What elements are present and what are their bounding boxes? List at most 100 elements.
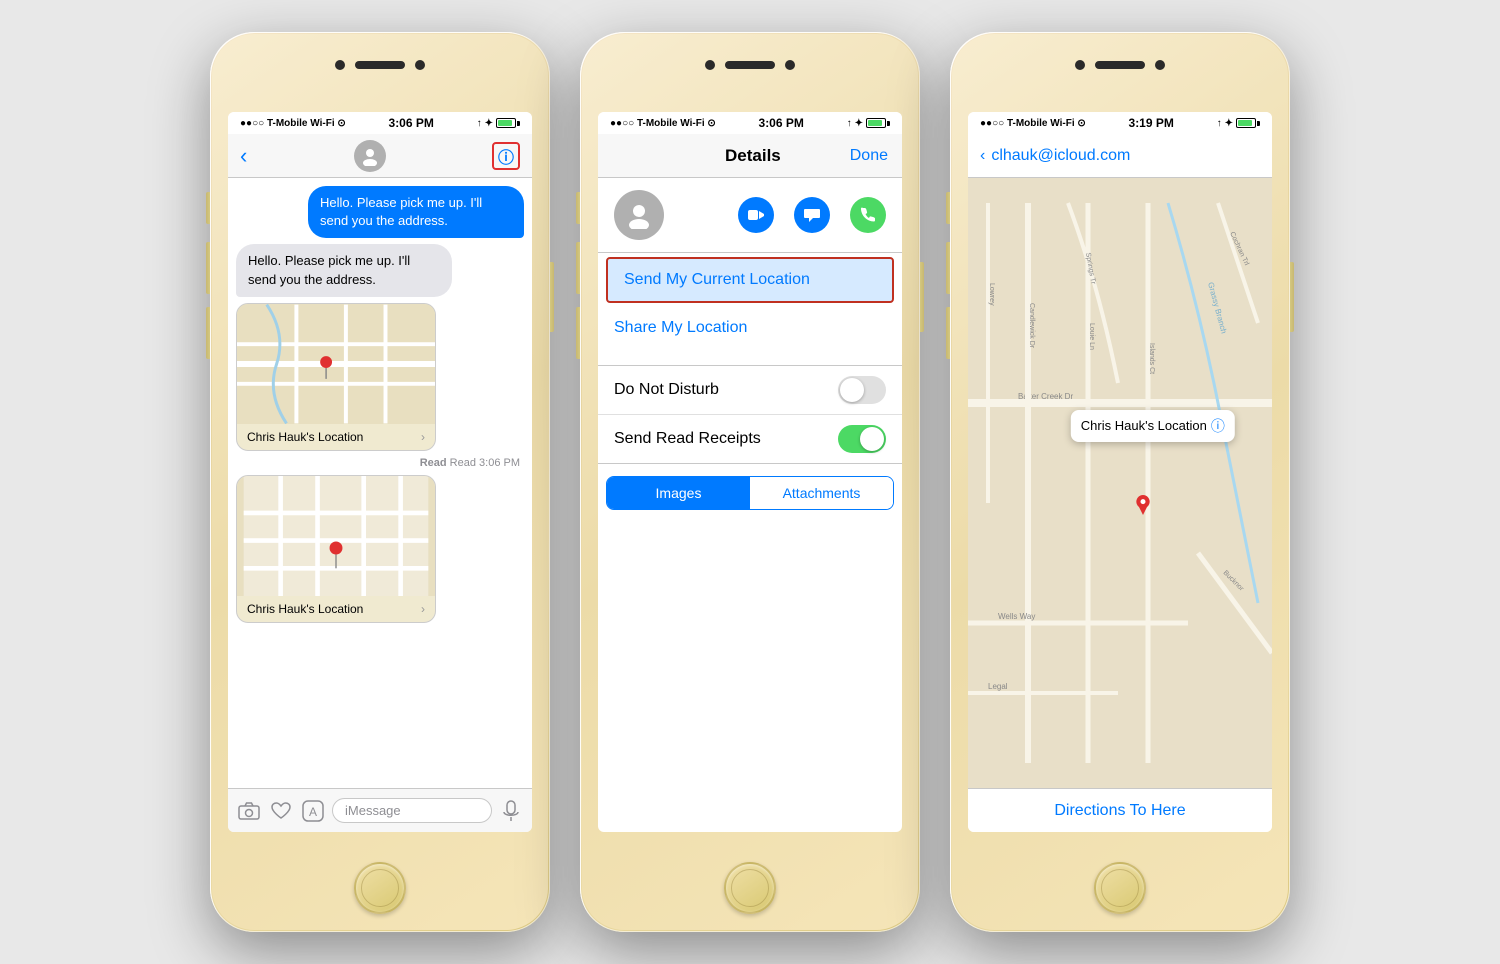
call-button[interactable] [850, 197, 886, 233]
speaker-slot-2 [725, 61, 775, 69]
power-button-2[interactable] [920, 262, 924, 332]
svg-text:Louie Ln: Louie Ln [1088, 323, 1095, 350]
volume-up-button-3[interactable] [946, 242, 950, 294]
images-tab[interactable]: Images [607, 477, 750, 509]
directions-bar: Directions To Here [968, 788, 1272, 832]
settings-section: Do Not Disturb Send Read Receipts [598, 365, 902, 464]
status-bar: ●●○○ T-Mobile Wi-Fi ⊙ 3:06 PM ↑ ✦ [228, 112, 532, 134]
done-button[interactable]: Done [850, 147, 888, 165]
top-elements-3 [1075, 60, 1165, 70]
message-input[interactable]: iMessage [332, 798, 492, 823]
volume-down-button-2[interactable] [576, 307, 580, 359]
details-avatar [614, 190, 664, 240]
info-circle-icon[interactable]: ⓘ [1211, 416, 1225, 436]
map-chevron-icon-2: › [421, 602, 425, 616]
details-nav: Details Done [598, 134, 902, 178]
location-pin-label: Chris Hauk's Location ⓘ [1071, 410, 1235, 442]
home-button-2[interactable] [724, 862, 776, 914]
camera-button[interactable] [236, 798, 262, 824]
svg-text:A: A [309, 805, 317, 819]
contact-name-link[interactable]: clhauk@icloud.com [991, 147, 1130, 165]
map-nav: ‹ clhauk@icloud.com [968, 134, 1272, 178]
volume-down-button[interactable] [206, 307, 210, 359]
location-section: Send My Current Location Share My Locati… [598, 257, 902, 349]
send-current-location-button[interactable]: Send My Current Location [606, 257, 894, 303]
attachments-tab[interactable]: Attachments [750, 477, 893, 509]
message-button[interactable] [794, 197, 830, 233]
details-title: Details [725, 146, 781, 166]
status-icons-3: ↑ ✦ [1217, 118, 1260, 129]
status-icons: ↑ ✦ [477, 118, 520, 129]
top-elements [335, 60, 425, 70]
battery-body-2 [866, 118, 886, 128]
heart-button[interactable] [268, 798, 294, 824]
map-card-1[interactable]: Chris Hauk's Location › [236, 303, 436, 451]
map-label-1: Chris Hauk's Location › [237, 424, 435, 450]
bluetooth-icon-3: ✦ [1225, 118, 1233, 129]
map-thumbnail-2 [237, 476, 435, 596]
video-call-button[interactable] [738, 197, 774, 233]
battery-tip-2 [887, 121, 890, 126]
back-button[interactable]: ‹ [240, 143, 247, 169]
carrier: ●●○○ T-Mobile Wi-Fi ⊙ [240, 118, 346, 129]
contact-avatar [354, 140, 386, 172]
info-button[interactable]: ⓘ [492, 142, 520, 170]
back-arrow-icon-2: ‹ [980, 147, 985, 165]
svg-text:Candlewick Dr: Candlewick Dr [1028, 303, 1035, 349]
home-button[interactable] [354, 862, 406, 914]
incoming-message-1: Hello. Please pick me up. I'll send you … [236, 244, 452, 296]
microphone-button[interactable] [498, 798, 524, 824]
status-bar-3: ●●○○ T-Mobile Wi-Fi ⊙ 3:19 PM ↑ ✦ [968, 112, 1272, 134]
svg-text:Wells Way: Wells Way [998, 612, 1035, 621]
location-icon: ↑ [477, 118, 482, 129]
svg-text:Islands Ct: Islands Ct [1148, 343, 1155, 374]
toggle-knob [840, 378, 864, 402]
do-not-disturb-toggle[interactable] [838, 376, 886, 404]
battery-icon-3 [1236, 118, 1260, 128]
read-stamp: Read Read 3:06 PM [236, 457, 524, 469]
directions-button[interactable]: Directions To Here [1054, 802, 1185, 820]
battery-fill-3 [1238, 120, 1252, 126]
power-button-3[interactable] [1290, 262, 1294, 332]
location-icon-3: ↑ [1217, 118, 1222, 129]
back-arrow-icon: ‹ [240, 143, 247, 169]
battery-fill-2 [868, 120, 882, 126]
battery-fill [498, 120, 512, 126]
mute-button-3[interactable] [946, 192, 950, 224]
send-read-receipts-label: Send Read Receipts [614, 430, 761, 448]
battery-icon [496, 118, 520, 128]
camera-dot [335, 60, 345, 70]
outgoing-message-1: Hello. Please pick me up. I'll send you … [308, 186, 524, 238]
mute-button[interactable] [206, 192, 210, 224]
home-button-3[interactable] [1094, 862, 1146, 914]
camera-dot-6 [1155, 60, 1165, 70]
phone1-screen: ●●○○ T-Mobile Wi-Fi ⊙ 3:06 PM ↑ ✦ ‹ [228, 112, 532, 832]
do-not-disturb-row: Do Not Disturb [598, 366, 902, 415]
speaker-slot [355, 61, 405, 69]
info-icon: ⓘ [498, 144, 514, 168]
appstore-button[interactable]: A [300, 798, 326, 824]
share-location-button[interactable]: Share My Location [598, 307, 902, 349]
battery-tip-3 [1257, 121, 1260, 126]
battery-body [496, 118, 516, 128]
nav-bar: ‹ ⓘ [228, 134, 532, 178]
map-thumbnail-1 [237, 304, 435, 424]
phone2-screen: ●●○○ T-Mobile Wi-Fi ⊙ 3:06 PM ↑ ✦ Detai [598, 112, 902, 832]
status-icons-2: ↑ ✦ [847, 118, 890, 129]
location-icon-2: ↑ [847, 118, 852, 129]
messages-body: Hello. Please pick me up. I'll send you … [228, 178, 532, 788]
map-chevron-icon: › [421, 430, 425, 444]
volume-up-button-2[interactable] [576, 242, 580, 294]
phone1: ●●○○ T-Mobile Wi-Fi ⊙ 3:06 PM ↑ ✦ ‹ [210, 32, 550, 932]
power-button[interactable] [550, 262, 554, 332]
phone3: ●●○○ T-Mobile Wi-Fi ⊙ 3:19 PM ↑ ✦ ‹ clha [950, 32, 1290, 932]
mute-button-2[interactable] [576, 192, 580, 224]
volume-down-button-3[interactable] [946, 307, 950, 359]
time-2: 3:06 PM [759, 116, 804, 130]
volume-up-button[interactable] [206, 242, 210, 294]
bluetooth-icon: ✦ [485, 118, 493, 129]
camera-dot-3 [705, 60, 715, 70]
send-read-receipts-toggle[interactable] [838, 425, 886, 453]
segmented-control: Images Attachments [606, 476, 894, 510]
map-card-2[interactable]: Chris Hauk's Location › [236, 475, 436, 623]
